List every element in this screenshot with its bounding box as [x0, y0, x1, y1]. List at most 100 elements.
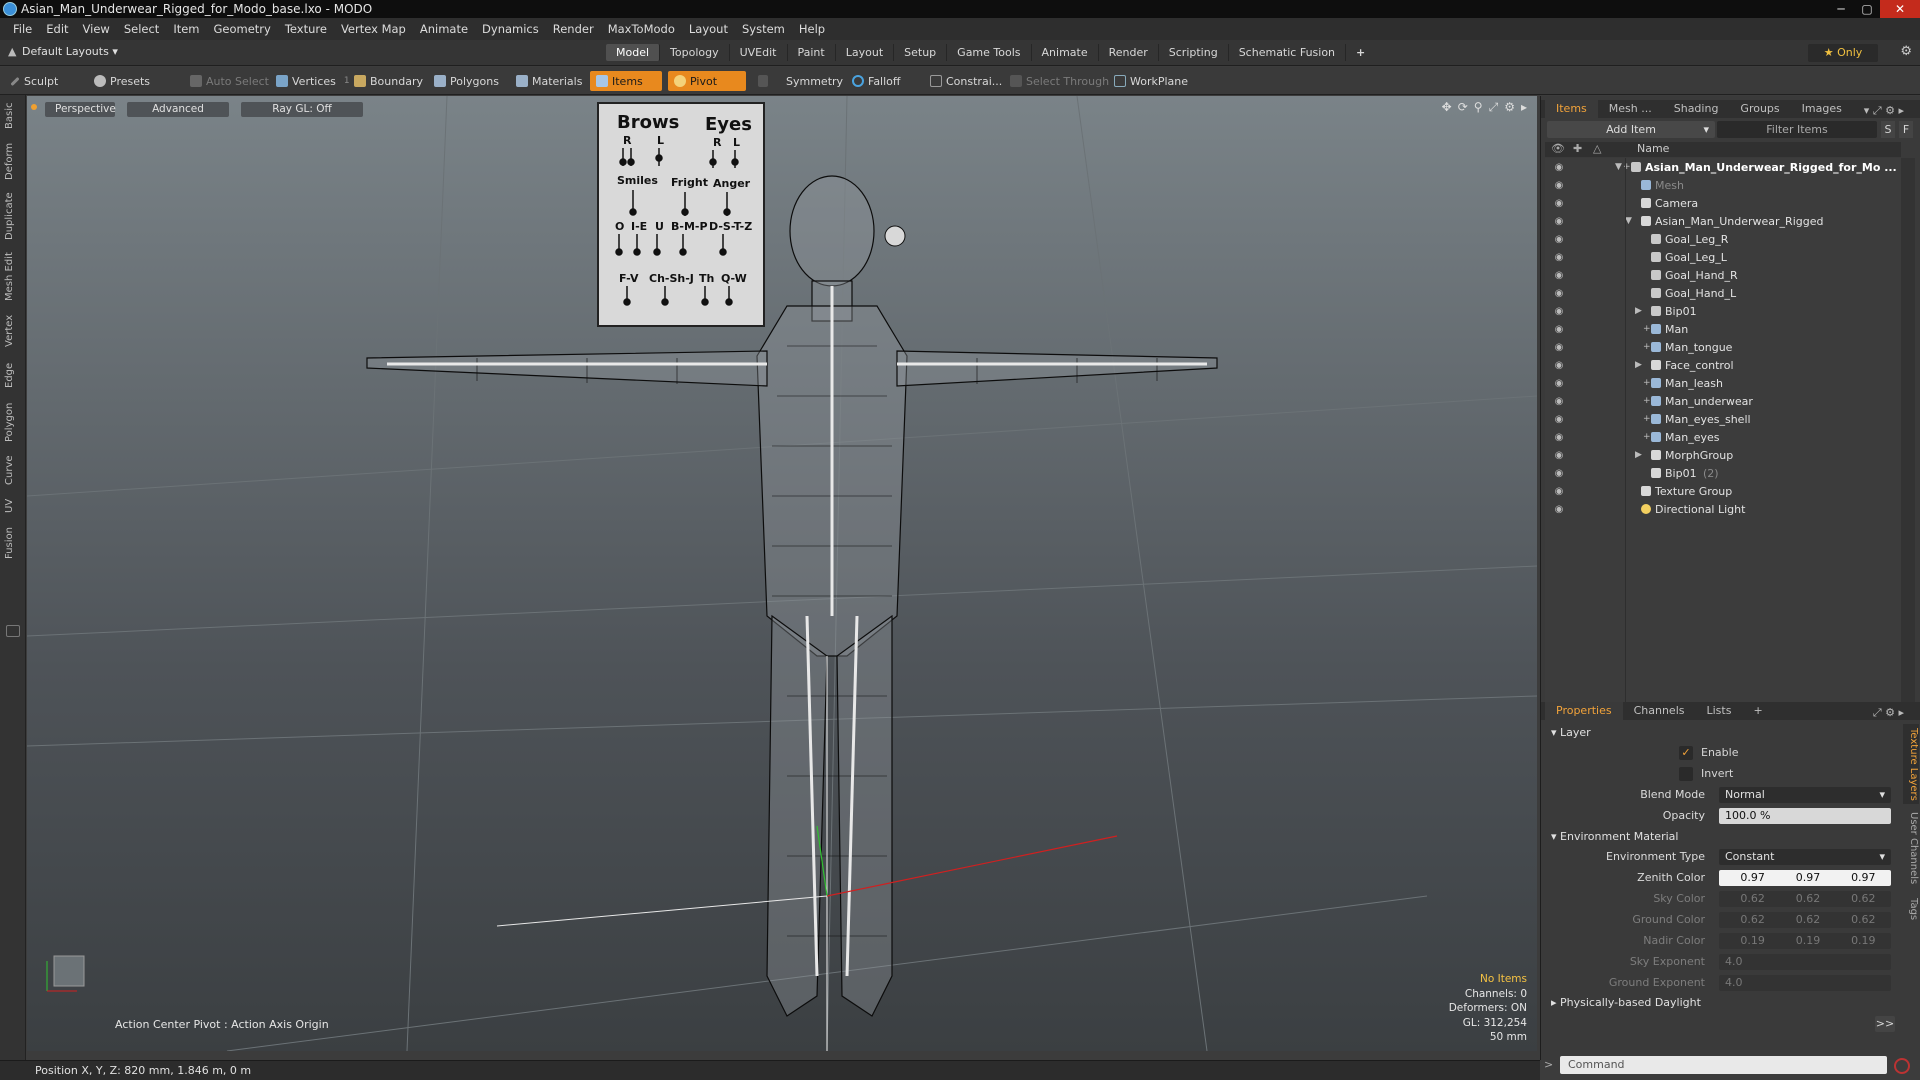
menu-layout[interactable]: Layout — [682, 22, 735, 36]
gear-icon[interactable]: ⚙ — [1900, 44, 1912, 59]
visibility-eye-icon[interactable]: ◉ — [1553, 306, 1565, 317]
environment-material-section[interactable]: ▾ Environment Material — [1551, 830, 1678, 843]
face-control-panel[interactable]: Brows Eyes R L R L Smiles Fright Anger O… — [597, 102, 765, 327]
maximize-icon[interactable]: ▢ — [1854, 0, 1880, 18]
sky-color-field[interactable]: 0.62 0.62 0.62 — [1719, 891, 1891, 907]
s-button[interactable]: S — [1881, 121, 1895, 138]
vertices-button[interactable]: Vertices 1 — [270, 71, 356, 91]
item-row[interactable]: ◉ ▶ Face_control — [1545, 356, 1903, 374]
tab-schematic-fusion[interactable]: Schematic Fusion — [1229, 44, 1347, 61]
3d-viewport[interactable]: Perspective Advanced Ray GL: Off ✥ ⟳ ⚲ ⤢… — [27, 96, 1537, 1051]
visibility-eye-icon[interactable]: ◉ — [1553, 360, 1565, 371]
menu-render[interactable]: Render — [546, 22, 601, 36]
menu-help[interactable]: Help — [792, 22, 832, 36]
menu-maxtomodo[interactable]: MaxToModo — [601, 22, 682, 36]
tab-images[interactable]: Images — [1791, 100, 1853, 118]
sculpt-button[interactable]: Sculpt — [4, 71, 64, 91]
visibility-eye-icon[interactable]: ◉ — [1553, 288, 1565, 299]
item-row[interactable]: ◉ + Man_eyes_shell — [1545, 410, 1903, 428]
item-row[interactable]: ◉ Directional Light — [1545, 500, 1903, 518]
menu-vertex-map[interactable]: Vertex Map — [334, 22, 413, 36]
tab-properties[interactable]: Properties — [1545, 702, 1623, 720]
tab-mesh[interactable]: Mesh ... — [1598, 100, 1663, 118]
environment-type-select[interactable]: Constant ▾ — [1719, 849, 1891, 865]
close-icon[interactable]: ✕ — [1880, 0, 1920, 18]
blend-mode-select[interactable]: Normal ▾ — [1719, 787, 1891, 803]
tab-groups[interactable]: Groups — [1729, 100, 1790, 118]
tab-layout[interactable]: Layout — [836, 44, 895, 61]
collapse-arrow-icon[interactable]: ▼ — [1615, 162, 1622, 172]
visibility-eye-icon[interactable]: ◉ — [1553, 270, 1565, 281]
menu-geometry[interactable]: Geometry — [207, 22, 278, 36]
side-tab-texture-layers[interactable]: Texture Layers — [1903, 724, 1919, 804]
expand-plus-icon[interactable]: + — [1643, 378, 1651, 388]
menu-texture[interactable]: Texture — [278, 22, 334, 36]
items-button[interactable]: Items — [590, 71, 662, 91]
menu-item[interactable]: Item — [166, 22, 206, 36]
item-row[interactable]: ◉ Goal_Leg_R — [1545, 230, 1903, 248]
left-tab-basic[interactable]: Basic — [4, 101, 22, 131]
tab-render[interactable]: Render — [1099, 44, 1159, 61]
tab-uvedit[interactable]: UVEdit — [730, 44, 788, 61]
item-list-scrollbar[interactable] — [1901, 158, 1915, 708]
command-input[interactable]: Command — [1560, 1056, 1887, 1074]
tab-channels[interactable]: Channels — [1623, 702, 1696, 720]
left-tab-fusion[interactable]: Fusion — [4, 525, 22, 561]
expand-plus-icon[interactable]: + — [1643, 396, 1651, 406]
item-row[interactable]: ◉ + Man_eyes — [1545, 428, 1903, 446]
visibility-eye-icon[interactable]: ◉ — [1553, 468, 1565, 479]
tab-setup[interactable]: Setup — [894, 44, 948, 61]
invert-checkbox[interactable] — [1679, 767, 1693, 781]
pivot-button[interactable]: Pivot — [668, 71, 746, 91]
tab-animate[interactable]: Animate — [1032, 44, 1099, 61]
workplane-button[interactable]: WorkPlane — [1108, 71, 1194, 91]
panel-toggle-icon[interactable] — [6, 625, 20, 637]
nadir-color-field[interactable]: 0.19 0.19 0.19 — [1719, 933, 1891, 949]
menu-file[interactable]: File — [6, 22, 39, 36]
symmetry-button[interactable]: Symmetry — [752, 71, 849, 91]
name-column-header[interactable]: Name — [1637, 142, 1669, 155]
item-row[interactable]: ◉ + Man_underwear — [1545, 392, 1903, 410]
left-tab-edge[interactable]: Edge — [4, 359, 22, 391]
visibility-eye-icon[interactable]: ◉ — [1553, 432, 1565, 443]
sky-exponent-field[interactable]: 4.0 — [1719, 954, 1891, 970]
menu-animate[interactable]: Animate — [413, 22, 475, 36]
item-row[interactable]: ◉ + ▼ Asian_Man_Underwear_Rigged_for_Mo ... — [1545, 158, 1903, 176]
falloff-button[interactable]: Falloff — [846, 71, 906, 91]
sky-r[interactable]: 0.62 — [1740, 891, 1765, 907]
expand-arrow-icon[interactable]: ▶ — [1635, 306, 1642, 316]
collapse-arrow-icon[interactable]: ▼ — [1625, 216, 1632, 226]
side-tab-tags[interactable]: Tags — [1903, 892, 1919, 926]
visibility-eye-icon[interactable]: ◉ — [1553, 414, 1565, 425]
visibility-eye-icon[interactable]: ◉ — [1553, 324, 1565, 335]
item-row[interactable]: ◉ Bip01 (2) — [1545, 464, 1903, 482]
zenith-g[interactable]: 0.97 — [1796, 870, 1821, 886]
panel-options-icon[interactable]: ▾ ⤢ ⚙ ▸ — [1853, 102, 1915, 120]
item-row[interactable]: ◉ Goal_Hand_L — [1545, 284, 1903, 302]
only-button[interactable]: ★ Only — [1808, 44, 1878, 62]
tab-model[interactable]: Model — [606, 44, 661, 61]
materials-button[interactable]: Materials — [510, 71, 588, 91]
item-row[interactable]: ◉ + Man_tongue — [1545, 338, 1903, 356]
tab-game-tools[interactable]: Game Tools — [947, 44, 1032, 61]
layer-section[interactable]: ▾ Layer — [1551, 726, 1591, 739]
left-tab-mesh-edit[interactable]: Mesh Edit — [4, 251, 22, 303]
visibility-eye-icon[interactable]: ◉ — [1553, 162, 1565, 173]
visibility-eye-icon[interactable]: ◉ — [1553, 396, 1565, 407]
zenith-r[interactable]: 0.97 — [1740, 870, 1765, 886]
item-row[interactable]: ◉ Mesh — [1545, 176, 1903, 194]
item-row[interactable]: ◉ + Man_leash — [1545, 374, 1903, 392]
tab-paint[interactable]: Paint — [788, 44, 836, 61]
zenith-color-field[interactable]: 0.97 0.97 0.97 — [1719, 870, 1891, 886]
tab-topology[interactable]: Topology — [660, 44, 730, 61]
record-icon[interactable] — [1894, 1058, 1910, 1074]
opacity-field[interactable]: 100.0 % — [1719, 808, 1891, 824]
tab-scripting[interactable]: Scripting — [1159, 44, 1229, 61]
ground-exponent-field[interactable]: 4.0 — [1719, 975, 1891, 991]
face-handle-icon[interactable] — [884, 225, 906, 247]
expand-arrow-icon[interactable]: ▶ — [1635, 450, 1642, 460]
menu-edit[interactable]: Edit — [39, 22, 75, 36]
ground-b[interactable]: 0.62 — [1851, 912, 1876, 928]
enable-checkbox[interactable]: ✓ — [1679, 746, 1693, 760]
expand-plus-icon[interactable]: + — [1643, 432, 1651, 442]
